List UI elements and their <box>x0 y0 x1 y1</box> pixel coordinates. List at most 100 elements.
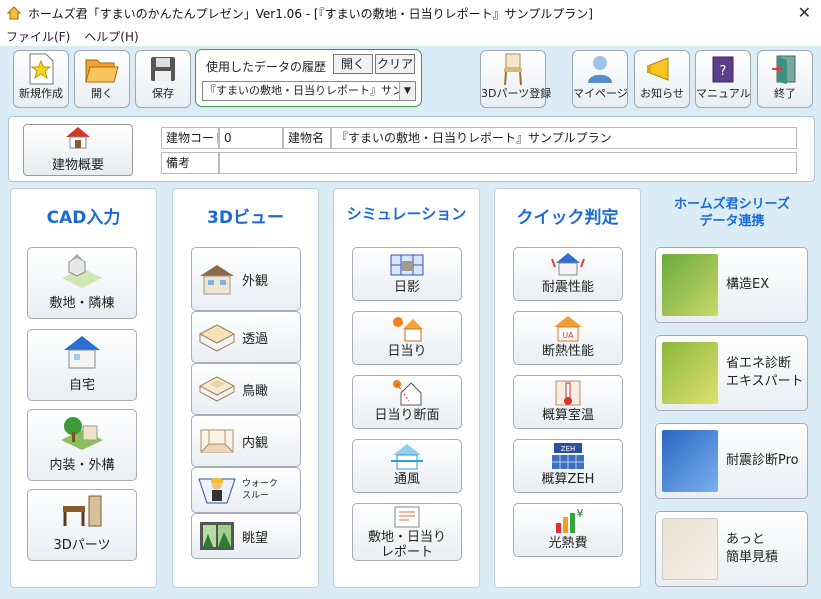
exit-label: 終了 <box>774 87 796 100</box>
cad-parts-button[interactable]: 3Dパーツ <box>27 489 137 561</box>
walkthrough-person-icon <box>198 478 236 504</box>
quick-zeh-button[interactable]: ZEH 概算ZEH <box>513 439 623 493</box>
sim-item-0: 日影 <box>393 280 420 295</box>
sim-item-4: 敷地・日当り レポート <box>367 530 446 560</box>
sim-sunlight-button[interactable]: 日当り <box>352 311 462 365</box>
energy-box-icon <box>662 342 718 404</box>
manual-button[interactable]: ? マニュアル <box>695 50 751 108</box>
sim-item-3: 通風 <box>393 472 420 487</box>
series-item-3: あっと 簡単見積 <box>726 532 779 565</box>
cad-item-1: 自宅 <box>68 378 95 393</box>
view3d-item-5: 眺望 <box>242 530 269 546</box>
quick-utility-button[interactable]: ¥ 光熱費 <box>513 503 623 557</box>
exit-button[interactable]: 終了 <box>757 50 813 108</box>
view3d-walkthrough-button[interactable]: ウォーク スルー <box>191 467 301 513</box>
new-button[interactable]: 新規作成 <box>13 50 69 108</box>
code-label: 建物コード <box>161 127 219 149</box>
manual-label: マニュアル <box>696 87 751 100</box>
house-icon <box>66 127 90 149</box>
name-label: 建物名 <box>283 127 331 149</box>
sim-report-button[interactable]: 敷地・日当り レポート <box>352 503 462 561</box>
quick-panel: クイック判定 耐震性能 UA 断熱性能 概算室温 ZEH 概算ZEH ¥ 光熱費 <box>494 188 641 588</box>
cad-site-button[interactable]: 敷地・隣棟 <box>27 247 137 319</box>
series-structure-ex-button[interactable]: 構造EX <box>655 247 808 323</box>
quick-temperature-button[interactable]: 概算室温 <box>513 375 623 429</box>
quick-insulation-button[interactable]: UA 断熱性能 <box>513 311 623 365</box>
history-select[interactable]: 『すまいの敷地・日当りレポート』サンプ ▼ <box>202 81 416 101</box>
sim-wind-button[interactable]: 通風 <box>352 439 462 493</box>
quick-seismic-button[interactable]: 耐震性能 <box>513 247 623 301</box>
series-estimate-button[interactable]: あっと 簡単見積 <box>655 511 808 587</box>
sim-section-button[interactable]: 日当り断面 <box>352 375 462 429</box>
view3d-item-0: 外観 <box>242 273 269 289</box>
chevron-down-icon[interactable]: ▼ <box>399 82 415 100</box>
quick-title: クイック判定 <box>516 208 619 228</box>
yen-chart-icon: ¥ <box>556 507 584 533</box>
window-view-icon <box>200 522 234 550</box>
view3d-item-2: 鳥瞰 <box>242 383 269 399</box>
parts3d-button[interactable]: 3Dパーツ登録 <box>480 50 551 108</box>
series-seismic-button[interactable]: 耐震診断Pro <box>655 423 808 499</box>
title-bar: ホームズ君「すまいのかんたんプレゼン」Ver1.06 - [『すまいの敷地・日当… <box>0 0 821 26</box>
name-input[interactable]: 『すまいの敷地・日当りレポート』サンプルプラン <box>331 127 797 149</box>
svg-text:?: ? <box>720 64 727 79</box>
quick-item-4: 光熱費 <box>548 536 588 551</box>
insulation-ua-icon: UA <box>554 316 582 342</box>
window-title: ホームズ君「すまいのかんたんプレゼン」Ver1.06 - [『すまいの敷地・日当… <box>28 6 593 21</box>
view3d-exterior-button[interactable]: 外観 <box>191 247 301 311</box>
open-button[interactable]: 開く <box>74 50 130 108</box>
cad-item-2: 内装・外構 <box>49 458 115 473</box>
sun-section-icon <box>393 380 422 406</box>
zeh-solar-icon: ZEH <box>552 443 584 469</box>
mypage-button[interactable]: マイページ <box>572 50 628 108</box>
quick-item-3: 概算ZEH <box>541 472 595 487</box>
sim-item-1: 日当り <box>387 344 427 359</box>
estimate-box-icon <box>662 518 718 580</box>
sim-item-2: 日当り断面 <box>374 408 440 423</box>
view3d-item-3: 内観 <box>242 435 269 451</box>
user-icon <box>588 56 612 83</box>
view3d-transparent-button[interactable]: 透過 <box>191 311 301 363</box>
series-item-1: 省エネ診断 エキスパート <box>726 356 804 389</box>
exterior-house-icon <box>200 265 234 295</box>
open-label: 開く <box>91 87 113 100</box>
cad-house-button[interactable]: 自宅 <box>27 329 137 401</box>
quick-item-2: 概算室温 <box>541 408 594 423</box>
new-label: 新規作成 <box>19 87 63 100</box>
menu-file[interactable]: ファイル(F) <box>6 28 70 45</box>
structure-ex-box-icon <box>662 254 718 316</box>
blue-house-icon <box>64 336 100 369</box>
svg-text:¥: ¥ <box>577 507 584 520</box>
megaphone-icon <box>647 57 669 81</box>
view3d-title: 3Dビュー <box>207 208 284 228</box>
history-label: 使用したデータの履歴 <box>206 60 327 74</box>
menu-bar: ファイル(F) ヘルプ(H) <box>0 26 821 46</box>
cad-panel: CAD入力 敷地・隣棟 自宅 内装・外構 3Dパーツ <box>10 188 157 588</box>
code-input[interactable]: 0 <box>219 127 283 149</box>
history-clear-button[interactable]: クリア <box>375 54 415 74</box>
sim-shadow-button[interactable]: 日影 <box>352 247 462 301</box>
series-energy-button[interactable]: 省エネ診断 エキスパート <box>655 335 808 411</box>
save-label: 保存 <box>152 87 174 100</box>
view3d-view-button[interactable]: 眺望 <box>191 513 301 559</box>
floppy-disk-icon <box>151 57 175 81</box>
cad-exterior-button[interactable]: 内装・外構 <box>27 409 137 481</box>
view3d-interior-button[interactable]: 内観 <box>191 415 301 467</box>
history-open-button[interactable]: 開く <box>333 54 373 74</box>
furniture-icon <box>63 495 102 527</box>
series-item-2: 耐震診断Pro <box>726 453 799 468</box>
folder-open-icon <box>85 59 119 83</box>
history-panel: 使用したデータの履歴 開く クリア 『すまいの敷地・日当りレポート』サンプ ▼ <box>195 49 422 107</box>
news-button[interactable]: お知らせ <box>634 50 690 108</box>
building-overview-button[interactable]: 建物概要 <box>23 124 133 176</box>
shadow-grid-icon <box>390 254 424 276</box>
view3d-birdseye-button[interactable]: 鳥瞰 <box>191 363 301 415</box>
close-icon[interactable]: ✕ <box>798 3 811 22</box>
save-button[interactable]: 保存 <box>135 50 191 108</box>
note-input[interactable] <box>219 152 797 174</box>
app-icon <box>6 6 22 20</box>
menu-help[interactable]: ヘルプ(H) <box>84 28 138 45</box>
birdseye-icon <box>198 376 236 402</box>
ventilation-icon <box>391 444 423 470</box>
history-select-value: 『すまいの敷地・日当りレポート』サンプ <box>205 84 414 97</box>
